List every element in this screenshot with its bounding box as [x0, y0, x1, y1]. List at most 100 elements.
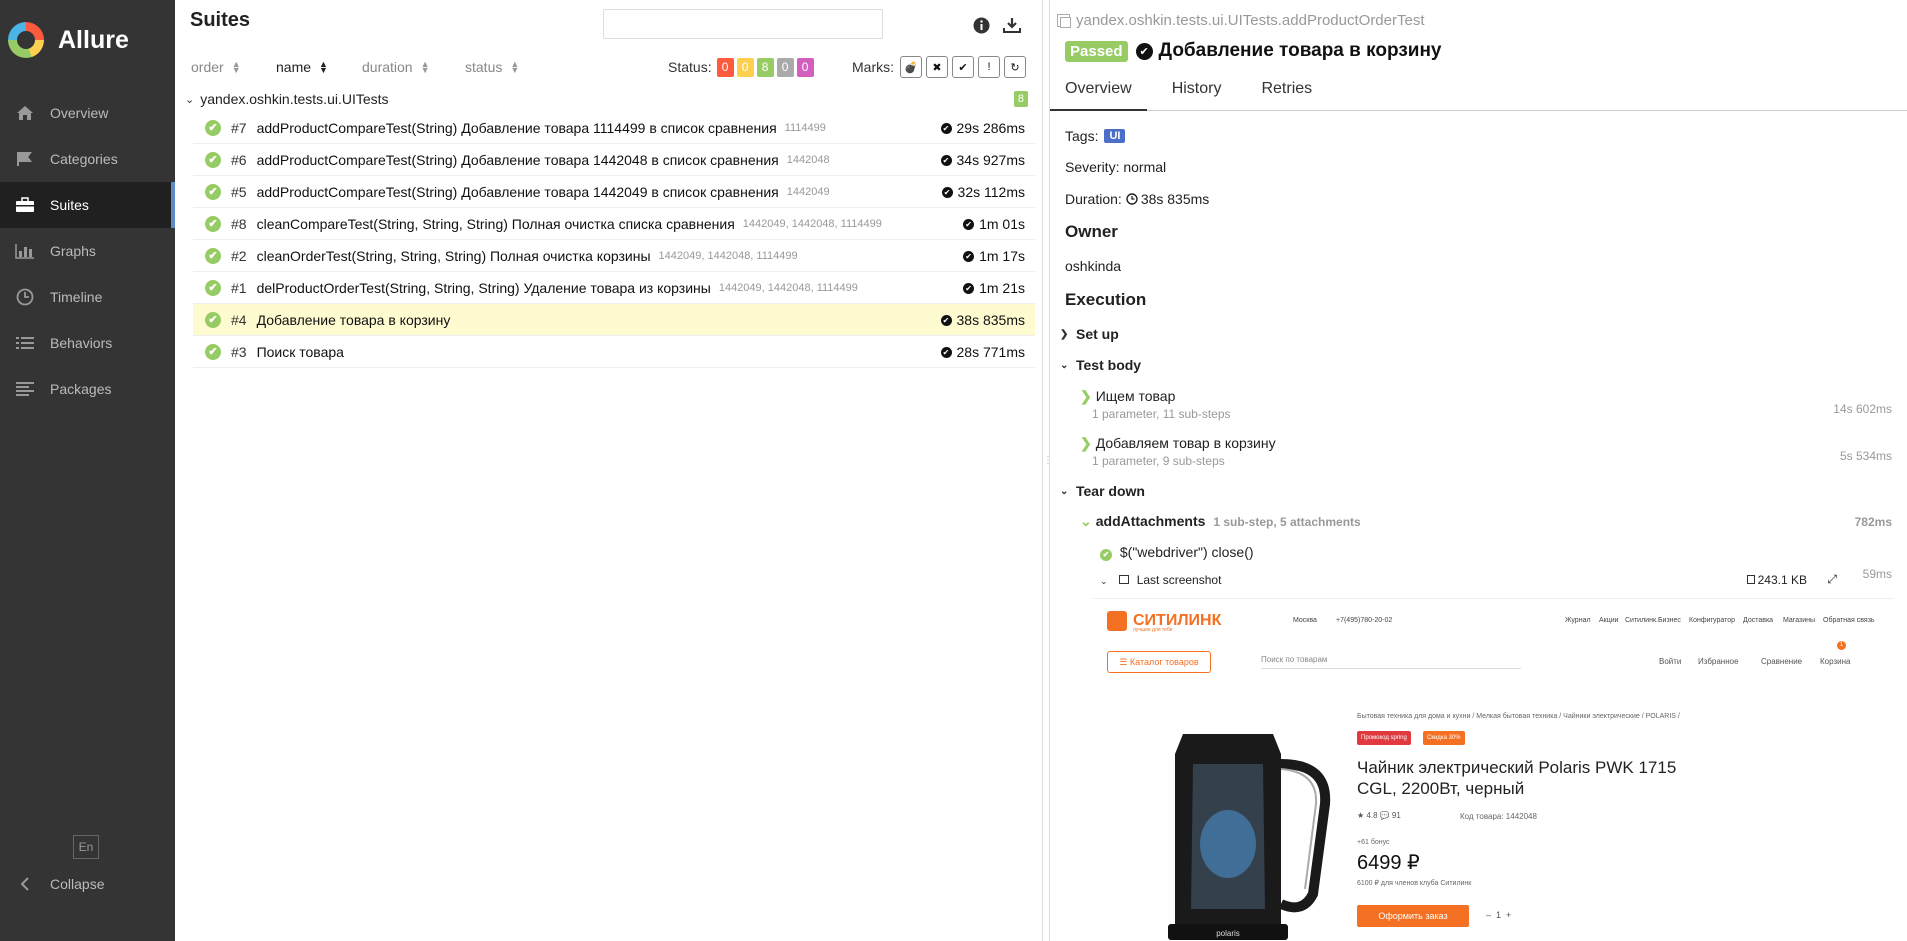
status-badge-skipped[interactable]: 0: [776, 57, 794, 77]
kettle-image: polaris: [1168, 734, 1331, 940]
site-price: 6499 ₽: [1357, 852, 1420, 874]
clock-icon: ✔: [963, 250, 975, 262]
table-row[interactable]: ✔ #4 Добавление товара в корзину ✔ 38s 835ms: [193, 304, 1035, 336]
status-badge-unknown[interactable]: 0: [796, 57, 814, 77]
sort-icon: ▲ ▼: [319, 59, 328, 75]
sidebar-item-graphs[interactable]: Graphs: [0, 228, 175, 274]
image-icon: [1119, 575, 1130, 584]
test-params: 1442049: [786, 185, 830, 198]
test-duration: ✔ 1m 01s: [963, 216, 1025, 232]
table-row[interactable]: ✔ #3 Поиск товара ✔ 28s 771ms: [193, 336, 1035, 368]
site-logo-sub: лучшие для тебя: [1133, 627, 1173, 633]
site-nav-favorites: Избранное: [1698, 657, 1739, 666]
site-logo-icon: [1107, 611, 1127, 631]
sidebar-item-suites[interactable]: Suites: [0, 182, 175, 228]
test-number: #2: [231, 247, 247, 264]
sidebar-item-label: Categories: [50, 151, 118, 167]
sidebar-item-behaviors[interactable]: Behaviors: [0, 320, 175, 366]
table-row[interactable]: ✔ #7 addProductCompareTest(String) Добавле…: [193, 112, 1035, 144]
table-row[interactable]: ✔ #1 delProductOrderTest(String, String, S…: [193, 272, 1035, 304]
owner-value: oshkinda: [1065, 258, 1122, 274]
tags-row: Tags: UI: [1065, 128, 1126, 144]
site-search: Поиск по товарам: [1261, 655, 1521, 669]
sort-status-label: status: [465, 59, 503, 75]
home-icon: [14, 104, 36, 122]
sort-duration[interactable]: duration ▲ ▼: [362, 59, 430, 75]
table-row[interactable]: ✔ #2 cleanOrderTest(String, String, String…: [193, 240, 1035, 272]
execution-title: Execution: [1065, 290, 1147, 309]
step-name: addAttachments: [1095, 513, 1206, 529]
site-nav-login: Войти: [1659, 657, 1682, 666]
test-title: Добавление товара в корзину: [1158, 40, 1442, 61]
sidebar-item-categories[interactable]: Categories: [0, 136, 175, 182]
tags-label: Tags:: [1065, 128, 1099, 144]
site-top-link: Акции: [1599, 617, 1619, 624]
expand-icon[interactable]: ⤢: [1827, 572, 1837, 587]
site-breadcrumb: Бытовая техника для дома и кухни / Мелка…: [1357, 713, 1680, 720]
step-search-product[interactable]: ❯ Ищем товар 1 parameter, 11 sub-steps 14…: [1080, 388, 1892, 421]
table-row[interactable]: ✔ #6 addProductCompareTest(String) Добавле…: [193, 144, 1035, 176]
status-badge-broken[interactable]: 0: [736, 57, 754, 77]
flag-icon: [14, 150, 36, 168]
step-add-to-cart[interactable]: ❯ Добавляем товар в корзину 1 parameter, …: [1080, 435, 1892, 468]
step-add-attachments[interactable]: ⌄ addAttachments 1 sub-step, 5 attachment…: [1080, 513, 1892, 530]
tab-retries[interactable]: Retries: [1246, 76, 1327, 111]
site-nav-cart: Корзина: [1820, 657, 1851, 666]
test-duration-value: 34s 927ms: [956, 152, 1025, 168]
test-params: 1442049, 1442048, 1114499: [718, 281, 858, 294]
suite-tree: ⌄ yandex.oshkin.tests.ui.UITests 8 ✔ #7 ad…: [175, 86, 1043, 368]
teardown-toggle[interactable]: ⌄ Tear down: [1060, 483, 1145, 499]
pane-splitter[interactable]: ⋮: [1043, 455, 1053, 485]
download-icon[interactable]: [1001, 14, 1023, 36]
mark-retries-icon[interactable]: ↻: [1004, 56, 1026, 78]
table-row[interactable]: ✔ #5 addProductCompareTest(String) Добавле…: [193, 176, 1035, 208]
mark-new-broken-icon[interactable]: !: [978, 56, 1000, 78]
check-circle-icon: ✔: [205, 247, 221, 264]
sidebar-item-overview[interactable]: Overview: [0, 90, 175, 136]
chevron-right-icon: ❯: [1080, 388, 1092, 404]
test-number: #3: [231, 343, 247, 360]
chevron-down-icon: ⌄: [1060, 359, 1069, 371]
test-duration-value: 1m 21s: [979, 280, 1025, 296]
step-webdriver-close[interactable]: ✔ $("webdriver") close(): [1100, 544, 1892, 561]
sidebar-item-label: Packages: [50, 381, 112, 397]
title-row: Passed ✔ Добавление товара в корзину: [1065, 40, 1442, 62]
attachment-last-screenshot[interactable]: ⌄ Last screenshot 243.1 KB ⤢ 59ms: [1100, 567, 1892, 587]
suite-group-name: yandex.oshkin.tests.ui.UITests: [200, 91, 389, 107]
sidebar-item-timeline[interactable]: Timeline: [0, 274, 175, 320]
language-button[interactable]: En: [73, 835, 99, 859]
test-name: cleanOrderTest(String, String, String) П…: [256, 247, 651, 264]
test-name: addProductCompareTest(String) Добавление…: [256, 119, 777, 136]
tab-overview[interactable]: Overview: [1050, 76, 1147, 111]
search-input[interactable]: [603, 9, 883, 39]
info-icon[interactable]: [970, 14, 992, 36]
mark-new-passed-icon[interactable]: ✔: [952, 56, 974, 78]
mark-flaky-icon[interactable]: 💣: [900, 56, 922, 78]
briefcase-icon: [14, 196, 36, 214]
sidebar-item-packages[interactable]: Packages: [0, 366, 175, 412]
mark-new-failed-icon[interactable]: ✖: [926, 56, 948, 78]
setup-toggle[interactable]: ❯ Set up: [1060, 326, 1119, 342]
clock-icon: [1126, 193, 1138, 205]
status-badge-failed[interactable]: 0: [716, 57, 734, 77]
test-name: Добавление товара в корзину: [256, 311, 451, 328]
copy-icon[interactable]: [1057, 14, 1071, 28]
chevron-down-icon: ⌄: [1060, 485, 1069, 497]
sidebar: Allure Overview Categories Suites Graphs: [0, 0, 175, 941]
sort-name[interactable]: name ▲ ▼: [276, 59, 328, 75]
collapse-button[interactable]: Collapse: [14, 872, 104, 896]
table-row[interactable]: ✔ #8 cleanCompareTest(String, String, Stri…: [193, 208, 1035, 240]
sort-order[interactable]: order ▲ ▼: [191, 59, 241, 75]
marks-filter: Marks: 💣 ✖ ✔ ! ↻: [852, 56, 1026, 78]
sort-status[interactable]: status ▲ ▼: [465, 59, 519, 75]
brand[interactable]: Allure: [0, 0, 175, 80]
check-circle-icon: ✔: [205, 151, 221, 168]
status-badge-passed[interactable]: 8: [756, 57, 774, 77]
check-circle-icon: ✔: [205, 311, 221, 328]
tab-history[interactable]: History: [1157, 76, 1237, 111]
chevron-down-icon: ⌄: [1080, 513, 1092, 529]
check-circle-icon: ✔: [1100, 548, 1112, 561]
suite-group[interactable]: ⌄ yandex.oshkin.tests.ui.UITests 8: [175, 86, 1043, 112]
test-body-toggle[interactable]: ⌄ Test body: [1060, 357, 1141, 373]
screenshot-preview[interactable]: СИТИЛИНК лучшие для тебя Москва +7(495)7…: [1093, 598, 1893, 941]
